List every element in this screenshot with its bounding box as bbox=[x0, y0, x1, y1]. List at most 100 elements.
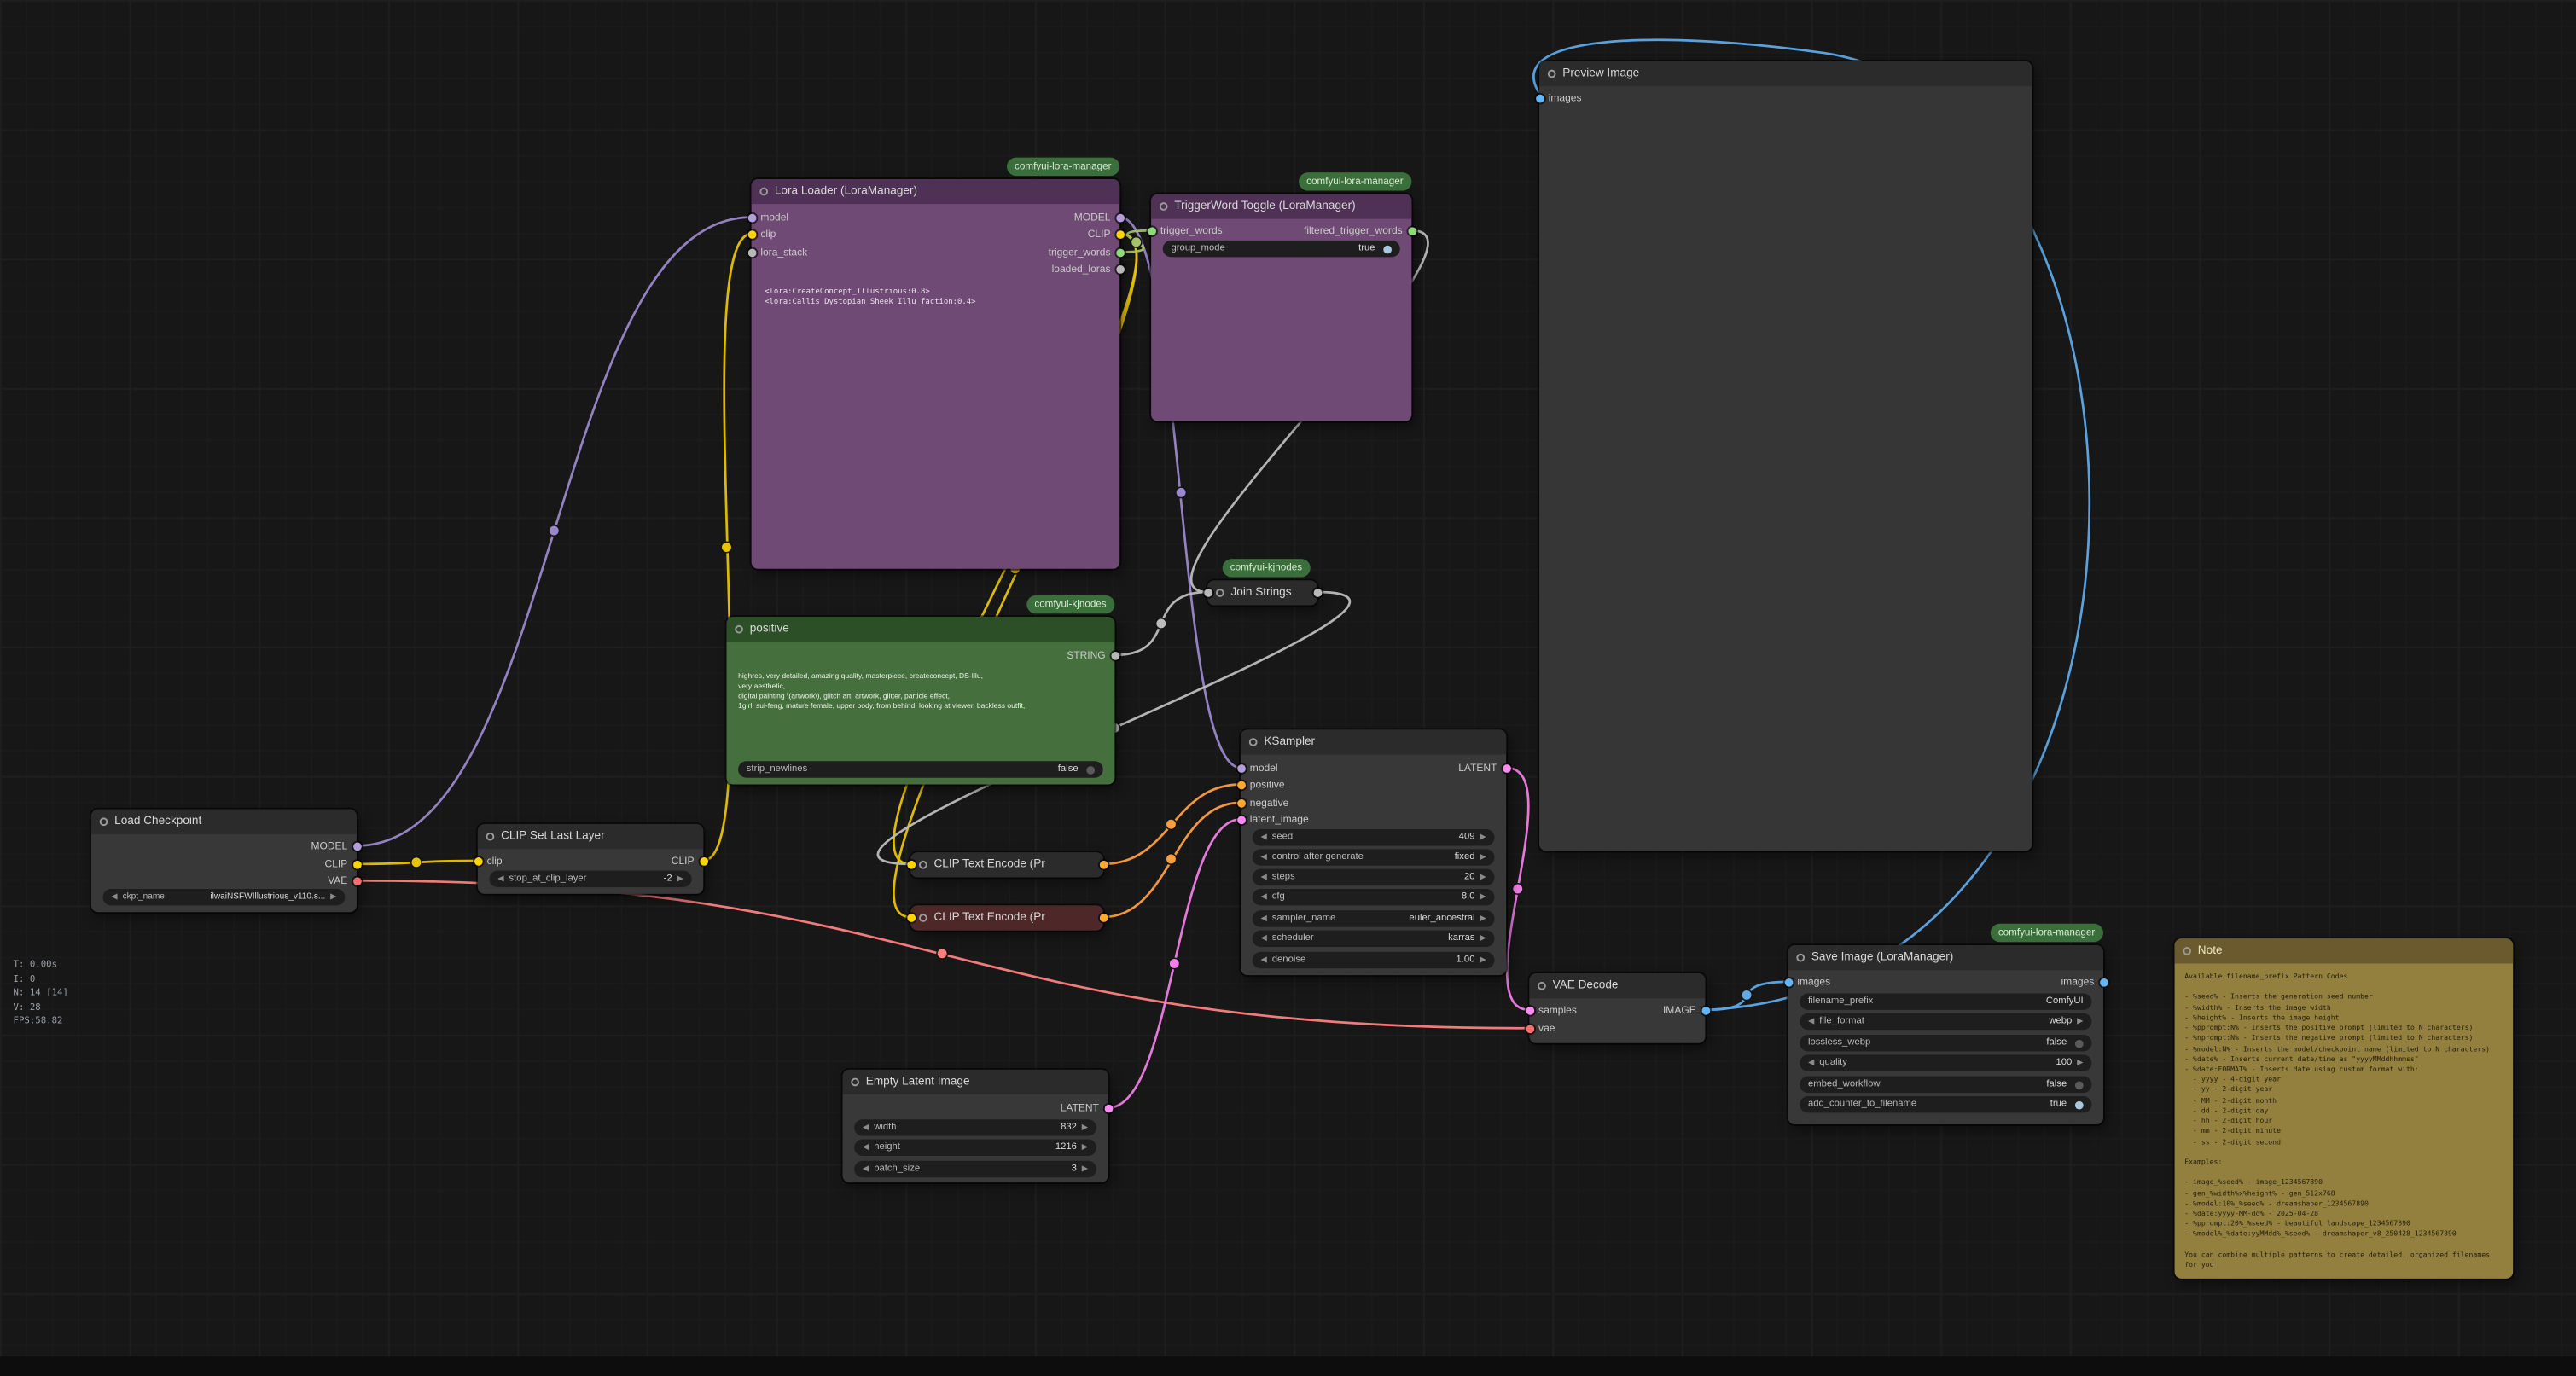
step-left-arrow[interactable]: ◀ bbox=[1808, 1058, 1815, 1068]
step-right-arrow[interactable]: ▶ bbox=[1480, 955, 1486, 966]
latent-port-icon[interactable] bbox=[1502, 763, 1510, 772]
output-port-image[interactable]: IMAGE bbox=[1663, 1002, 1709, 1018]
input-port-images[interactable]: images bbox=[1535, 90, 1581, 106]
clip-port-icon[interactable] bbox=[1115, 229, 1124, 238]
output-port-string[interactable]: STRING bbox=[1067, 647, 1119, 663]
toggle-dot-icon[interactable] bbox=[1383, 245, 1392, 253]
clip-port-icon[interactable] bbox=[747, 229, 756, 238]
collapsed-output-port[interactable] bbox=[1099, 914, 1108, 922]
toggle-dot-icon[interactable] bbox=[2075, 1100, 2084, 1109]
widget-lossless-webp[interactable]: lossless_webp false bbox=[1800, 1035, 2091, 1051]
model-port-icon[interactable] bbox=[352, 842, 361, 851]
step-left-arrow[interactable]: ◀ bbox=[1260, 955, 1267, 966]
widget-sampler-name[interactable]: ◀ sampler_name euler_ancestral ▶ bbox=[1253, 910, 1495, 926]
node-preview-image[interactable]: Preview Image images bbox=[1539, 61, 2032, 851]
lora-syntax-text[interactable]: <lora:CreateConcept_Illustrious:0.8> <lo… bbox=[765, 288, 1106, 310]
conditioning-port-icon[interactable] bbox=[1236, 798, 1245, 807]
output-port-model[interactable]: MODEL bbox=[311, 838, 360, 854]
model-port-icon[interactable] bbox=[747, 213, 756, 222]
widget-denoise[interactable]: ◀ denoise 1.00 ▶ bbox=[1253, 952, 1495, 968]
step-right-arrow[interactable]: ▶ bbox=[1480, 852, 1486, 862]
node-titlebar[interactable]: Empty Latent Image bbox=[843, 1070, 1108, 1094]
node-empty-latent-image[interactable]: Empty Latent Image LATENT ◀ width 832 ▶ … bbox=[843, 1070, 1108, 1182]
clip-port-icon[interactable] bbox=[699, 856, 707, 865]
widget-filename-prefix[interactable]: filename_prefix ComfyUI bbox=[1800, 993, 2091, 1009]
collapse-dot-icon[interactable] bbox=[1160, 202, 1168, 211]
input-port-clip[interactable]: clip bbox=[747, 225, 776, 241]
widget-batch-size[interactable]: ◀ batch_size 3 ▶ bbox=[854, 1161, 1096, 1177]
output-port-latent[interactable]: LATENT bbox=[1458, 759, 1510, 775]
toggle-dot-icon[interactable] bbox=[2075, 1039, 2084, 1048]
trigger-words-port-icon[interactable] bbox=[1115, 248, 1124, 257]
toggle-dot-icon[interactable] bbox=[2075, 1081, 2084, 1089]
output-port-trigger-words[interactable]: trigger_words bbox=[1049, 244, 1124, 260]
step-right-arrow[interactable]: ▶ bbox=[1082, 1123, 1089, 1133]
collapsed-input-port[interactable] bbox=[1203, 589, 1212, 597]
image-port-icon[interactable] bbox=[1784, 978, 1793, 986]
loaded-loras-port-icon[interactable] bbox=[1115, 264, 1124, 273]
widget-file-format[interactable]: ◀ file_format webp ▶ bbox=[1800, 1013, 2091, 1030]
step-left-arrow[interactable]: ◀ bbox=[497, 874, 504, 884]
widget-steps[interactable]: ◀ steps 20 ▶ bbox=[1253, 869, 1495, 885]
collapse-dot-icon[interactable] bbox=[1548, 70, 1556, 78]
node-save-image[interactable]: comfyui-lora-manager Save Image (LoraMan… bbox=[1788, 945, 2103, 1124]
toggle-dot-icon[interactable] bbox=[1086, 765, 1095, 774]
step-right-arrow[interactable]: ▶ bbox=[1082, 1142, 1089, 1152]
collapsed-output-port[interactable] bbox=[1313, 589, 1322, 597]
node-titlebar[interactable]: Save Image (LoraManager) bbox=[1788, 945, 2103, 970]
step-left-arrow[interactable]: ◀ bbox=[1260, 873, 1267, 883]
node-titlebar[interactable]: Join Strings bbox=[1207, 580, 1317, 605]
collapse-dot-icon[interactable] bbox=[919, 861, 927, 869]
widget-scheduler[interactable]: ◀ scheduler karras ▶ bbox=[1253, 931, 1495, 947]
widget-strip-newlines[interactable]: strip_newlines false bbox=[738, 761, 1103, 777]
widget-cfg[interactable]: ◀ cfg 8.0 ▶ bbox=[1253, 889, 1495, 905]
output-port-latent[interactable]: LATENT bbox=[1061, 1100, 1113, 1116]
step-left-arrow[interactable]: ◀ bbox=[1808, 1017, 1815, 1027]
collapse-dot-icon[interactable] bbox=[2183, 947, 2191, 955]
image-port-icon[interactable] bbox=[1535, 94, 1544, 102]
output-port-loaded-loras[interactable]: loaded_loras bbox=[1052, 260, 1124, 276]
node-titlebar[interactable]: Note bbox=[2175, 938, 2514, 963]
model-port-icon[interactable] bbox=[1115, 213, 1124, 222]
trigger-words-port-icon[interactable] bbox=[1407, 226, 1416, 235]
node-load-checkpoint[interactable]: Load Checkpoint MODEL CLIP VAE ◀ ckpt_na… bbox=[91, 810, 357, 913]
widget-quality[interactable]: ◀ quality 100 ▶ bbox=[1800, 1054, 2091, 1071]
node-positive-prompt[interactable]: comfyui-kjnodes positive STRING highres,… bbox=[726, 617, 1114, 784]
node-clip-text-encode-negative[interactable]: CLIP Text Encode (Pr bbox=[910, 905, 1103, 930]
input-port-model[interactable]: model bbox=[1236, 759, 1277, 775]
node-titlebar[interactable]: Lora Loader (LoraManager) bbox=[752, 179, 1120, 204]
input-port-clip[interactable]: clip bbox=[474, 852, 503, 868]
node-note[interactable]: Note Available filename_prefix Pattern C… bbox=[2175, 938, 2514, 1279]
output-port-filtered-trigger-words[interactable]: filtered_trigger_words bbox=[1304, 222, 1416, 238]
step-left-arrow[interactable]: ◀ bbox=[863, 1123, 869, 1133]
step-left-arrow[interactable]: ◀ bbox=[863, 1142, 869, 1152]
input-port-images[interactable]: images bbox=[1784, 973, 1830, 990]
prompt-textarea[interactable]: highres, very detailed, amazing quality,… bbox=[738, 671, 1103, 751]
input-port-samples[interactable]: samples bbox=[1526, 1002, 1577, 1018]
node-join-strings[interactable]: comfyui-kjnodes Join Strings bbox=[1207, 580, 1317, 605]
node-ksampler[interactable]: KSampler model positive negative latent_… bbox=[1241, 729, 1506, 975]
step-right-arrow[interactable]: ▶ bbox=[1082, 1164, 1089, 1175]
step-left-arrow[interactable]: ◀ bbox=[1260, 933, 1267, 943]
node-lora-loader[interactable]: comfyui-lora-manager Lora Loader (LoraMa… bbox=[752, 179, 1120, 569]
collapse-dot-icon[interactable] bbox=[759, 188, 768, 196]
vae-port-icon[interactable] bbox=[1526, 1024, 1534, 1032]
output-port-clip[interactable]: CLIP bbox=[672, 852, 707, 868]
step-right-arrow[interactable]: ▶ bbox=[1480, 873, 1486, 883]
node-titlebar[interactable]: TriggerWord Toggle (LoraManager) bbox=[1151, 194, 1411, 218]
step-right-arrow[interactable]: ▶ bbox=[2077, 1017, 2084, 1027]
collapse-dot-icon[interactable] bbox=[919, 914, 927, 922]
node-titlebar[interactable]: CLIP Set Last Layer bbox=[478, 824, 703, 849]
widget-height[interactable]: ◀ height 1216 ▶ bbox=[854, 1140, 1096, 1156]
collapse-dot-icon[interactable] bbox=[486, 833, 495, 841]
conditioning-port-icon[interactable] bbox=[1236, 781, 1245, 789]
collapse-dot-icon[interactable] bbox=[735, 625, 743, 634]
output-port-clip[interactable]: CLIP bbox=[325, 856, 361, 872]
collapse-dot-icon[interactable] bbox=[1796, 954, 1805, 962]
step-right-arrow[interactable]: ▶ bbox=[1480, 914, 1486, 924]
step-left-arrow[interactable]: ◀ bbox=[1260, 892, 1267, 903]
collapse-dot-icon[interactable] bbox=[1538, 982, 1546, 990]
vae-port-icon[interactable] bbox=[352, 876, 361, 885]
node-titlebar[interactable]: Load Checkpoint bbox=[91, 810, 357, 834]
widget-embed-workflow[interactable]: embed_workflow false bbox=[1800, 1077, 2091, 1093]
